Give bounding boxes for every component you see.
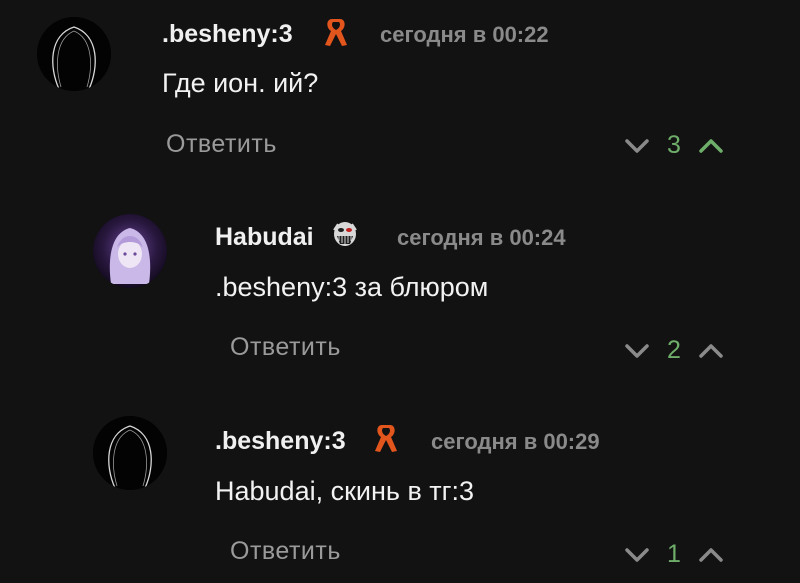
reply-button[interactable]: Ответить [230, 537, 341, 566]
comment-time: сегодня в 00:29 [431, 429, 600, 454]
comment-text: Habudai, скинь в тг:3 [215, 476, 475, 506]
vote-control: 3 [622, 131, 726, 160]
vote-score: 1 [667, 540, 681, 568]
comment-2: Habudai сегодня в 00:24 .besheny:3 за бл… [0, 190, 800, 380]
orange-ribbon-icon [322, 16, 350, 48]
reply-button[interactable]: Ответить [230, 333, 341, 362]
avatar-besheny[interactable] [37, 17, 111, 91]
upvote-chevron-icon[interactable] [696, 135, 726, 157]
avatar-besheny[interactable] [93, 416, 167, 490]
reply-button[interactable]: Ответить [166, 130, 277, 159]
downvote-chevron-icon[interactable] [622, 544, 652, 566]
vote-control: 1 [622, 540, 726, 569]
comment-time: сегодня в 00:22 [380, 22, 549, 47]
downvote-chevron-icon[interactable] [622, 135, 652, 157]
upvote-chevron-icon[interactable] [696, 544, 726, 566]
comment-1: .besheny:3 сегодня в 00:22 Где ион. ий? … [0, 0, 800, 180]
upvote-chevron-icon[interactable] [696, 340, 726, 362]
comment-author[interactable]: .besheny:3 [162, 20, 293, 49]
comment-3: .besheny:3 сегодня в 00:29 Habudai, скин… [0, 390, 800, 583]
comment-text: .besheny:3 за блюром [215, 272, 489, 302]
comment-author[interactable]: Habudai [215, 223, 314, 252]
orange-ribbon-icon [372, 422, 400, 454]
comment-text: Где ион. ий? [162, 68, 319, 98]
mask-icon [330, 218, 360, 250]
vote-control: 2 [622, 336, 726, 365]
downvote-chevron-icon[interactable] [622, 340, 652, 362]
vote-score: 3 [667, 131, 681, 159]
vote-score: 2 [667, 336, 681, 364]
comment-author[interactable]: .besheny:3 [215, 427, 346, 456]
comment-time: сегодня в 00:24 [397, 225, 566, 250]
avatar-habudai[interactable] [93, 214, 167, 288]
